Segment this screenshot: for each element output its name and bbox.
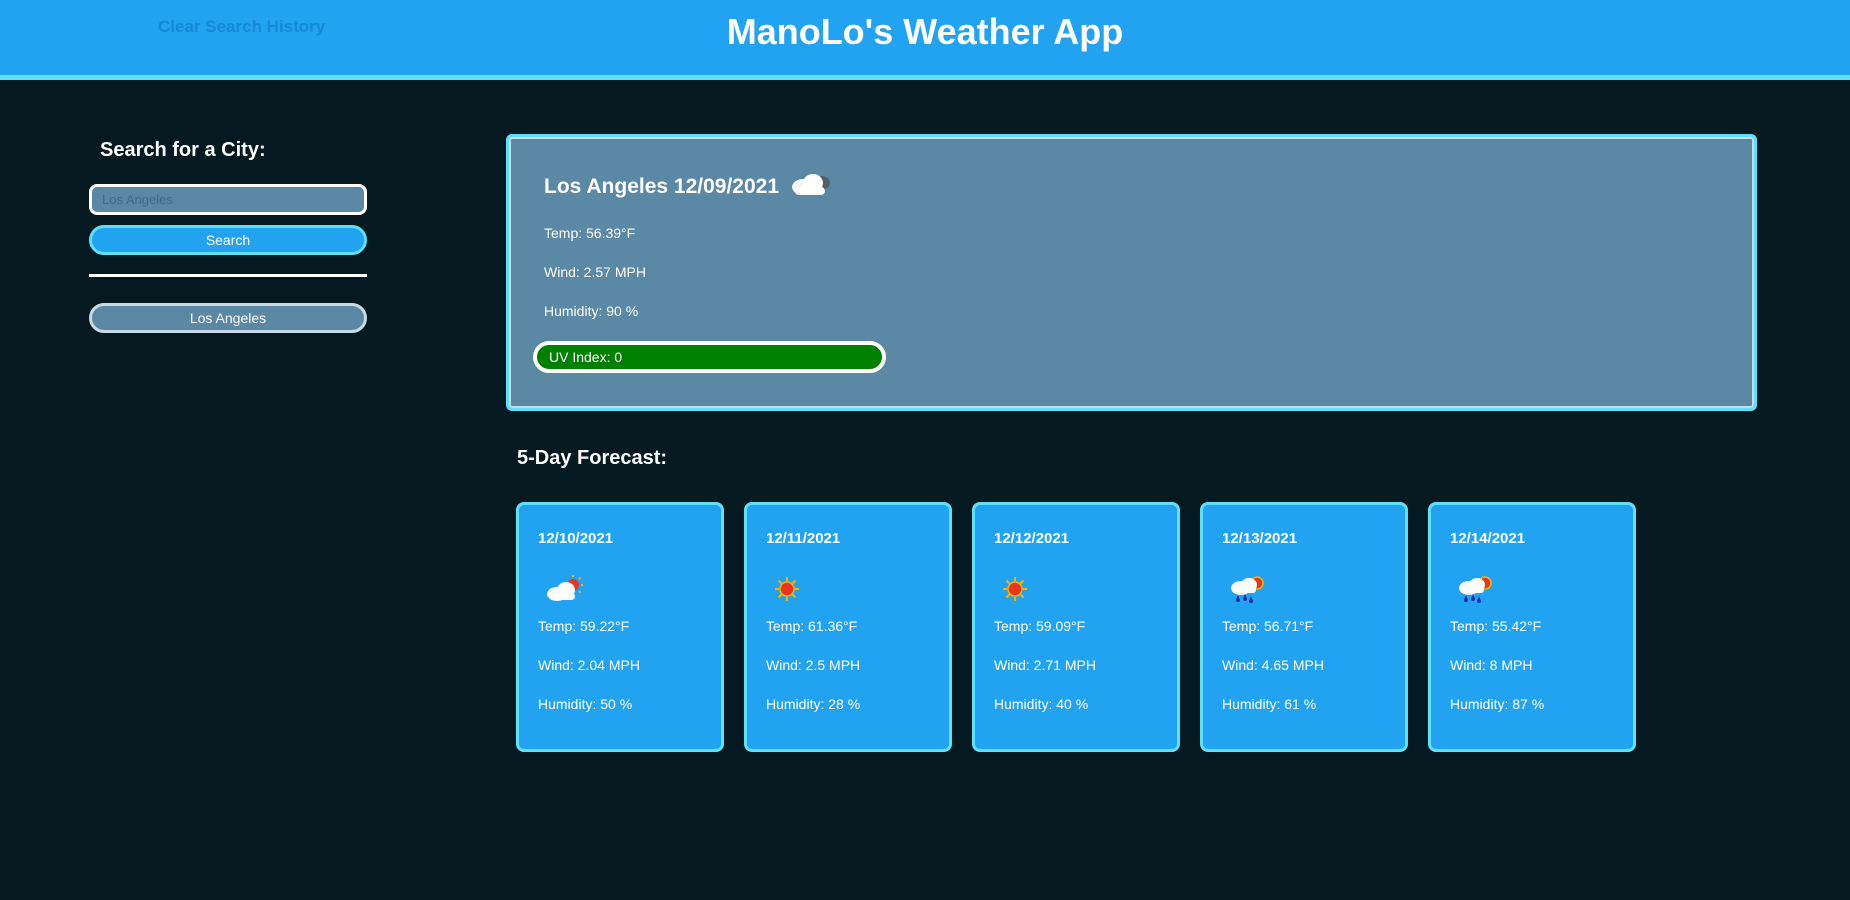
forecast-card: 12/12/2021 Temp: 59.09°F Wind: 2.71 MPH … bbox=[972, 502, 1180, 752]
forecast-card: 12/13/2021 Temp: 56.71°F Wind: 4.65 MPH … bbox=[1200, 502, 1408, 752]
forecast-humidity: Humidity: 40 % bbox=[994, 696, 1089, 712]
forecast-humidity: Humidity: 28 % bbox=[766, 696, 861, 712]
app-title: ManoLo's Weather App bbox=[726, 11, 1124, 52]
sidebar-divider bbox=[89, 274, 367, 277]
current-temp: Temp: 56.39°F bbox=[544, 225, 636, 241]
header: Clear Search History ManoLo's Weather Ap… bbox=[0, 0, 1850, 80]
current-wind: Wind: 2.57 MPH bbox=[544, 264, 646, 280]
forecast-humidity: Humidity: 61 % bbox=[1222, 696, 1317, 712]
forecast-date: 12/12/2021 bbox=[994, 530, 1070, 547]
forecast-wind: Wind: 8 MPH bbox=[1450, 657, 1533, 673]
forecast-wind: Wind: 2.71 MPH bbox=[994, 657, 1096, 673]
forecast-temp: Temp: 59.22°F bbox=[538, 618, 630, 634]
current-city-title: Los Angeles 12/09/2021 bbox=[544, 170, 833, 204]
current-weather-card: Los Angeles 12/09/2021 Temp: 56.39°F Win… bbox=[506, 134, 1757, 411]
forecast-wind: Wind: 2.5 MPH bbox=[766, 657, 861, 673]
partly-cloudy-icon bbox=[545, 573, 585, 605]
forecast-heading: 5-Day Forecast: bbox=[517, 447, 668, 469]
current-humidity: Humidity: 90 % bbox=[544, 303, 639, 319]
search-button[interactable]: Search bbox=[89, 225, 367, 255]
forecast-temp: Temp: 59.09°F bbox=[994, 618, 1086, 634]
rain-sun-icon bbox=[1229, 573, 1269, 605]
forecast-humidity: Humidity: 87 % bbox=[1450, 696, 1545, 712]
search-heading: Search for a City: bbox=[100, 139, 266, 161]
forecast-date: 12/11/2021 bbox=[766, 530, 841, 547]
rain-sun-icon bbox=[1457, 573, 1497, 605]
city-search-input[interactable] bbox=[89, 184, 367, 215]
forecast-wind: Wind: 4.65 MPH bbox=[1222, 657, 1324, 673]
forecast-humidity: Humidity: 50 % bbox=[538, 696, 633, 712]
uv-index-badge: UV Index: 0 bbox=[533, 341, 886, 373]
current-city-date: Los Angeles 12/09/2021 bbox=[544, 175, 780, 198]
forecast-temp: Temp: 61.36°F bbox=[766, 618, 858, 634]
sun-icon bbox=[1001, 573, 1041, 605]
forecast-card: 12/11/2021 Temp: 61.36°F Wind: 2.5 MPH H… bbox=[744, 502, 952, 752]
sun-icon bbox=[773, 573, 813, 605]
history-city-button[interactable]: Los Angeles bbox=[89, 303, 367, 333]
forecast-date: 12/10/2021 bbox=[538, 530, 614, 547]
forecast-date: 12/14/2021 bbox=[1450, 530, 1526, 547]
forecast-card: 12/10/2021 Temp: 59.22°F Wind: 2.04 MPH … bbox=[516, 502, 724, 752]
forecast-date: 12/13/2021 bbox=[1222, 530, 1298, 547]
forecast-temp: Temp: 55.42°F bbox=[1450, 618, 1542, 634]
forecast-temp: Temp: 56.71°F bbox=[1222, 618, 1314, 634]
forecast-wind: Wind: 2.04 MPH bbox=[538, 657, 640, 673]
cloud-icon bbox=[789, 170, 833, 204]
forecast-card: 12/14/2021 Temp: 55.42°F Wind: 8 MPH Hum… bbox=[1428, 502, 1636, 752]
